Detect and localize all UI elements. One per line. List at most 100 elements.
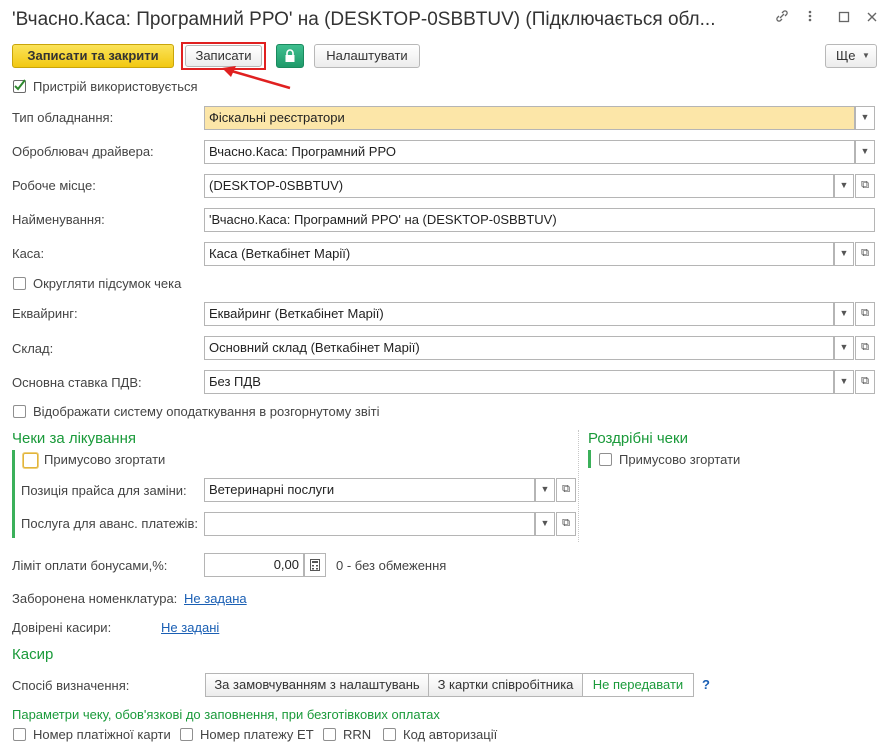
section-bar bbox=[12, 450, 15, 538]
price-position-field[interactable]: Ветеринарні послуги bbox=[204, 478, 535, 502]
method-option-none[interactable]: Не передавати bbox=[582, 673, 694, 697]
driver-label: Оброблювач драйвера: bbox=[12, 144, 154, 159]
price-position-dropdown[interactable]: ▼ bbox=[535, 478, 555, 502]
open-icon: ⧉ bbox=[861, 247, 869, 259]
chevron-down-icon: ▼ bbox=[839, 308, 849, 318]
calculator-icon bbox=[310, 559, 320, 573]
more-label: Ще bbox=[836, 48, 856, 63]
rrn-label: RRN bbox=[343, 727, 372, 742]
cashier-title: Касир bbox=[12, 646, 54, 663]
round-total-checkbox[interactable] bbox=[13, 277, 26, 290]
advance-service-label: Послуга для аванс. платежів: bbox=[21, 516, 198, 531]
acquiring-field[interactable]: Еквайринг (Веткабінет Марії) bbox=[204, 302, 834, 326]
device-used-checkbox[interactable] bbox=[13, 79, 26, 93]
treatment-force-collapse-label: Примусово згортати bbox=[44, 452, 166, 467]
warehouse-open-button[interactable]: ⧉ bbox=[855, 336, 875, 360]
workplace-dropdown[interactable]: ▼ bbox=[834, 174, 854, 198]
acquiring-dropdown[interactable]: ▼ bbox=[834, 302, 854, 326]
window-title: 'Вчасно.Каса: Програмний РРО' на (DESKTO… bbox=[12, 9, 716, 30]
card-number-checkbox[interactable] bbox=[13, 728, 26, 741]
help-icon[interactable]: ? bbox=[702, 677, 710, 692]
show-tax-label: Відображати систему оподаткування в розг… bbox=[33, 404, 380, 419]
advance-service-dropdown[interactable]: ▼ bbox=[535, 512, 555, 536]
chevron-down-icon: ▼ bbox=[839, 342, 849, 352]
workplace-field[interactable]: (DESKTOP-0SBBTUV) bbox=[204, 174, 834, 198]
show-tax-checkbox[interactable] bbox=[13, 405, 26, 418]
section-divider bbox=[578, 430, 579, 542]
more-vertical-icon[interactable] bbox=[800, 9, 820, 29]
chevron-down-icon: ▼ bbox=[860, 146, 870, 156]
retail-force-collapse-checkbox[interactable] bbox=[599, 453, 612, 466]
save-and-close-button[interactable]: Записати та закрити bbox=[12, 44, 174, 68]
chevron-down-icon: ▼ bbox=[839, 248, 849, 258]
vat-label: Основна ставка ПДВ: bbox=[12, 375, 142, 390]
equipment-type-label: Тип обладнання: bbox=[12, 110, 114, 125]
restore-icon[interactable] bbox=[834, 9, 854, 29]
bonus-limit-label: Ліміт оплати бонусами,%: bbox=[12, 558, 168, 573]
method-label: Спосіб визначення: bbox=[12, 678, 130, 693]
chevron-down-icon: ▼ bbox=[860, 112, 870, 122]
trusted-cashiers-link[interactable]: Не задані bbox=[161, 620, 219, 635]
annotation-arrow bbox=[222, 66, 291, 90]
link-icon[interactable] bbox=[772, 9, 792, 29]
method-option-default[interactable]: За замовчуванням з налаштувань bbox=[205, 673, 429, 697]
open-icon: ⧉ bbox=[562, 517, 570, 529]
section-bar bbox=[588, 450, 591, 468]
chevron-down-icon: ▼ bbox=[839, 180, 849, 190]
name-label: Найменування: bbox=[12, 212, 105, 227]
vat-dropdown[interactable]: ▼ bbox=[834, 370, 854, 394]
close-icon[interactable] bbox=[862, 9, 882, 29]
equipment-type-field[interactable]: Фіскальні реєстратори bbox=[204, 106, 855, 130]
acquiring-label: Еквайринг: bbox=[12, 306, 78, 321]
configure-button[interactable]: Налаштувати bbox=[314, 44, 420, 68]
price-position-label: Позиція прайса для заміни: bbox=[21, 483, 187, 498]
chevron-down-icon: ▼ bbox=[540, 484, 550, 494]
more-button[interactable]: Ще ▼ bbox=[825, 44, 877, 68]
warehouse-dropdown[interactable]: ▼ bbox=[834, 336, 854, 360]
warehouse-label: Склад: bbox=[12, 341, 54, 356]
cashbox-dropdown[interactable]: ▼ bbox=[834, 242, 854, 266]
name-field[interactable]: 'Вчасно.Каса: Програмний РРО' на (DESKTO… bbox=[204, 208, 875, 232]
open-icon: ⧉ bbox=[861, 307, 869, 319]
price-position-open-button[interactable]: ⧉ bbox=[556, 478, 576, 502]
treatment-force-collapse-checkbox[interactable] bbox=[23, 453, 38, 468]
trusted-cashiers-label: Довірені касири: bbox=[12, 620, 112, 635]
open-icon: ⧉ bbox=[861, 341, 869, 353]
cashbox-field[interactable]: Каса (Веткабінет Марії) bbox=[204, 242, 834, 266]
forbidden-nomenclature-label: Заборонена номенклатура: bbox=[12, 591, 178, 606]
advance-service-open-button[interactable]: ⧉ bbox=[556, 512, 576, 536]
acquiring-open-button[interactable]: ⧉ bbox=[855, 302, 875, 326]
treatment-checks-title: Чеки за лікування bbox=[12, 430, 136, 447]
chevron-down-icon: ▼ bbox=[839, 376, 849, 386]
warehouse-field[interactable]: Основний склад (Веткабінет Марії) bbox=[204, 336, 834, 360]
driver-dropdown[interactable]: ▼ bbox=[855, 140, 875, 164]
chevron-down-icon: ▼ bbox=[540, 518, 550, 528]
vat-open-button[interactable]: ⧉ bbox=[855, 370, 875, 394]
auth-code-checkbox[interactable] bbox=[383, 728, 396, 741]
check-icon bbox=[14, 79, 26, 91]
cashbox-label: Каса: bbox=[12, 246, 45, 261]
forbidden-nomenclature-link[interactable]: Не задана bbox=[184, 591, 247, 606]
round-total-label: Округляти підсумок чека bbox=[33, 276, 182, 291]
noncash-note: Параметри чеку, обов'язкові до заповненн… bbox=[12, 707, 440, 722]
cashbox-open-button[interactable]: ⧉ bbox=[855, 242, 875, 266]
bonus-limit-field[interactable]: 0,00 bbox=[204, 553, 304, 577]
equipment-type-dropdown[interactable]: ▼ bbox=[855, 106, 875, 130]
bonus-hint: 0 - без обмеження bbox=[336, 558, 447, 573]
rrn-checkbox[interactable] bbox=[323, 728, 336, 741]
open-icon: ⧉ bbox=[861, 375, 869, 387]
driver-field[interactable]: Вчасно.Каса: Програмний РРО bbox=[204, 140, 855, 164]
vat-field[interactable]: Без ПДВ bbox=[204, 370, 834, 394]
calculator-button[interactable] bbox=[304, 553, 326, 577]
device-used-label: Пристрій використовується bbox=[33, 79, 198, 94]
workplace-open-button[interactable]: ⧉ bbox=[855, 174, 875, 198]
open-icon: ⧉ bbox=[861, 179, 869, 191]
retail-force-collapse-label: Примусово згортати bbox=[619, 452, 741, 467]
advance-service-field[interactable] bbox=[204, 512, 535, 536]
workplace-label: Робоче місце: bbox=[12, 178, 96, 193]
card-number-label: Номер платіжної карти bbox=[33, 727, 171, 742]
method-option-employee-card[interactable]: З картки співробітника bbox=[428, 673, 583, 697]
payment-number-label: Номер платежу ЕТ bbox=[200, 727, 314, 742]
retail-checks-title: Роздрібні чеки bbox=[588, 430, 688, 447]
payment-number-checkbox[interactable] bbox=[180, 728, 193, 741]
